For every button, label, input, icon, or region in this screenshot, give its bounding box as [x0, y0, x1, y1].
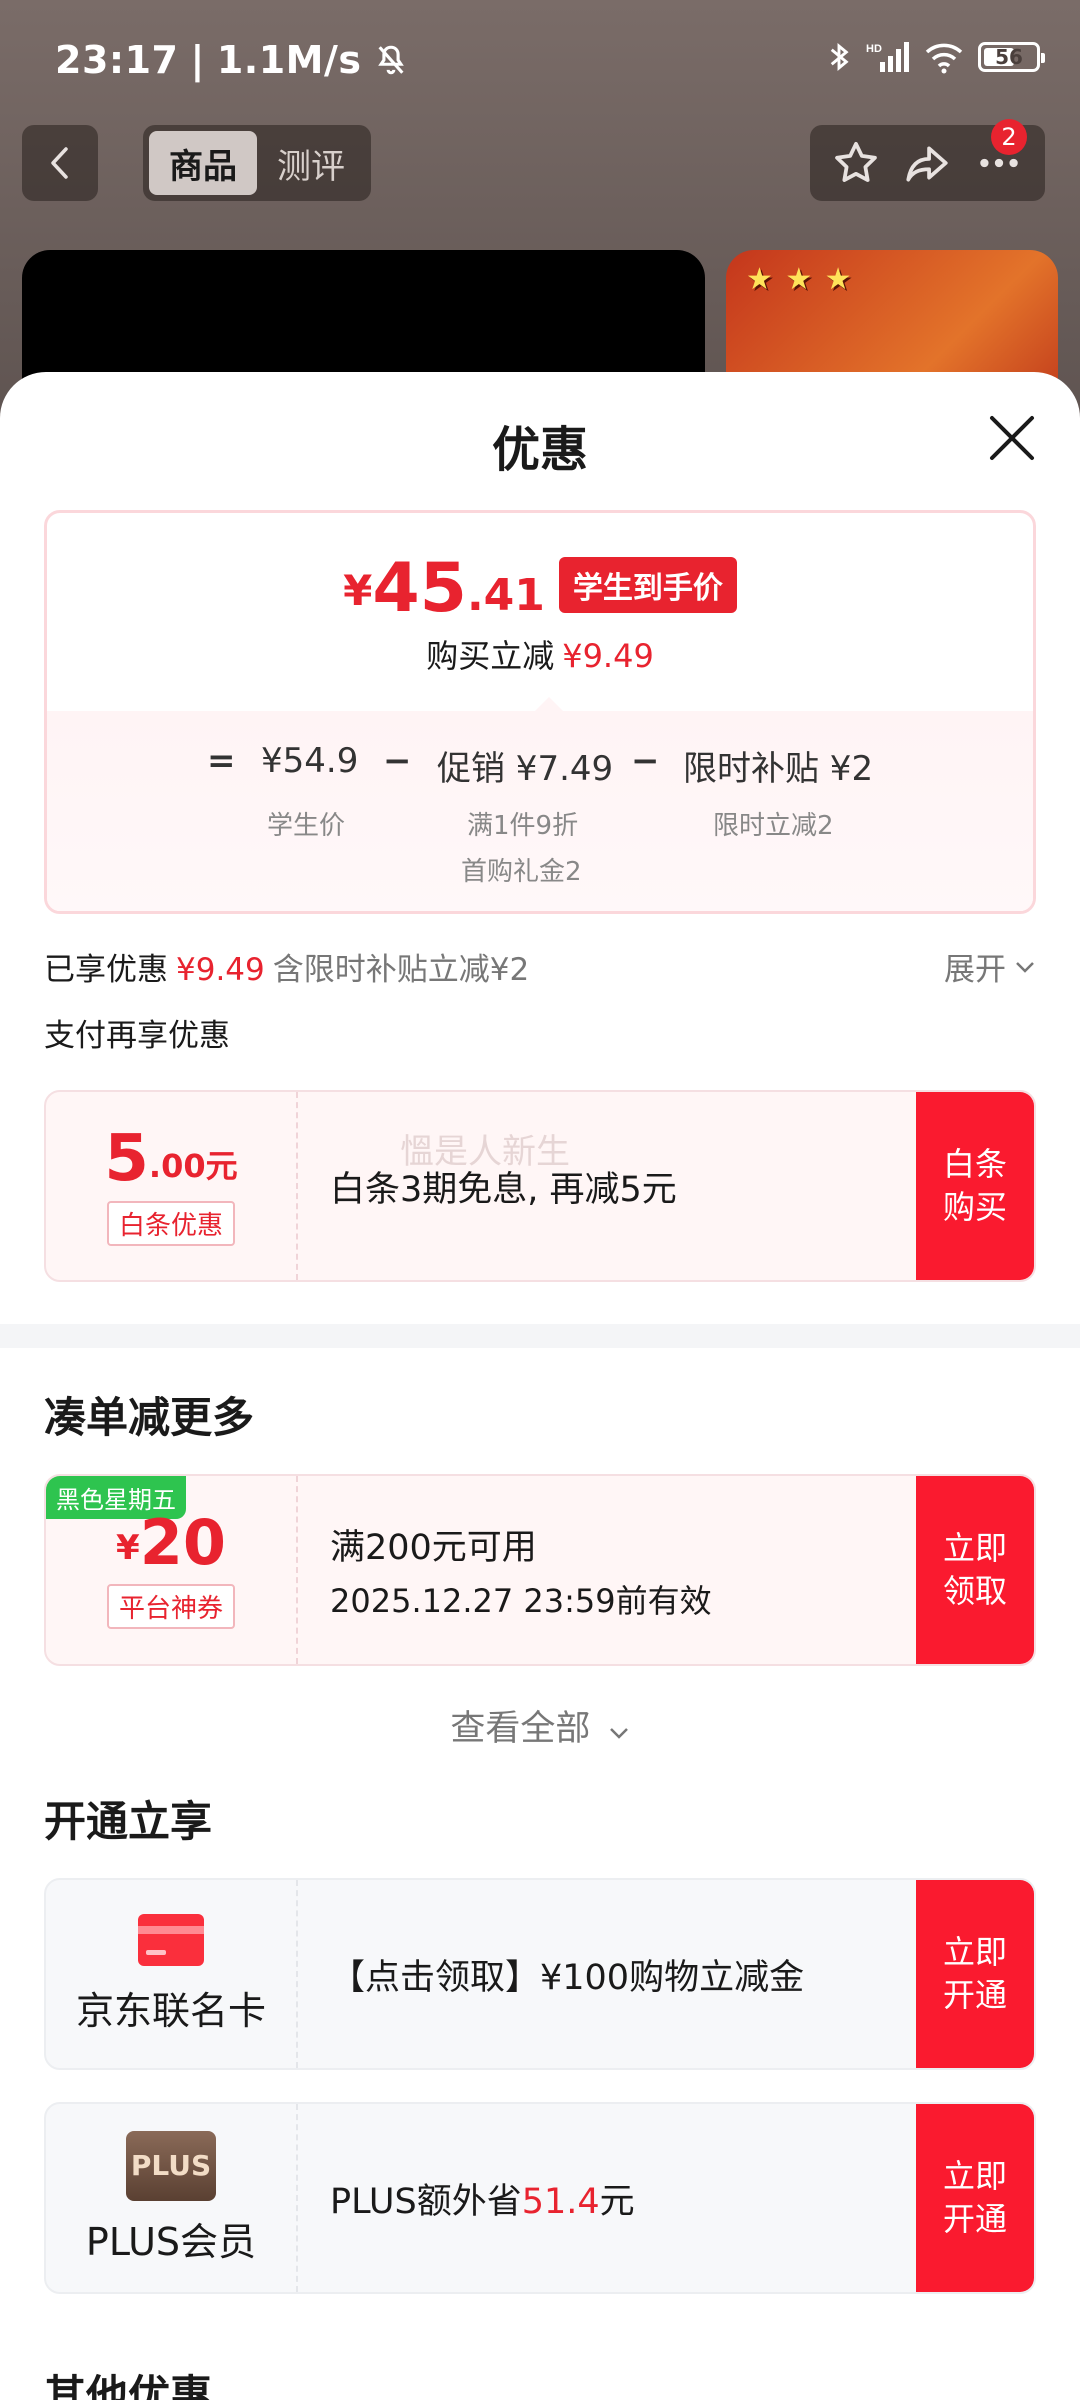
nav-actions: 2: [810, 119, 1045, 201]
plus-offer: PLUS PLUS会员 PLUS额外省51.4元 立即开通: [44, 2102, 1036, 2294]
baitiao-tag: 白条优惠: [106, 1200, 235, 1246]
section-divider: [0, 1324, 1080, 1348]
bell-off-icon: [377, 45, 404, 75]
final-price: ¥ 45 .41: [343, 555, 545, 623]
plus-open-button[interactable]: 立即开通: [916, 2104, 1034, 2292]
network-speed: 1.1M/s: [216, 38, 362, 82]
platform-coupon-info: 满200元可用 2025.12.27 23:59前有效: [330, 1476, 914, 1664]
product-tabs: 商品 测评: [143, 125, 371, 201]
jd-card-description: 【点击领取】¥100购物立减金: [330, 1880, 914, 2068]
platform-amount-currency: ¥: [116, 1527, 140, 1568]
buy-reduce-value: ¥9.49: [562, 637, 654, 675]
enjoyed-label: 已享优惠: [44, 952, 168, 988]
baitiao-amount-int: 5: [104, 1121, 149, 1196]
buy-reduce-label: 购买立减: [426, 637, 555, 675]
see-all-label: 查看全部: [450, 1709, 591, 1749]
formula-promo: 促销 ¥7.49: [437, 749, 614, 789]
svg-text:HD: HD: [866, 43, 882, 55]
pay-more-heading: 支付再享优惠: [44, 1018, 230, 1054]
status-left: 23:17 | 1.1M/s: [55, 38, 408, 82]
signal-icon: HD: [866, 42, 909, 72]
student-price-tag: 学生到手价: [558, 557, 737, 613]
formula-subsidy: 限时补贴 ¥2: [683, 749, 874, 789]
back-icon: [51, 147, 68, 179]
formula-minus-1: −: [383, 741, 412, 781]
price-breakdown-card: ¥ 45 .41 学生到手价 购买立减 ¥9.49 = ¥54.9 − 促销 ¥7…: [44, 510, 1036, 914]
see-all-button[interactable]: 查看全部: [0, 1700, 1080, 1751]
promo-sub-1: 满1件9折: [467, 811, 579, 841]
plus-logo: PLUS: [126, 2130, 216, 2201]
expand-label: 展开: [944, 952, 1006, 988]
price-currency: ¥: [343, 566, 373, 615]
platform-validity: 2025.12.27 23:59前有效: [330, 1581, 712, 1620]
tab-review[interactable]: 测评: [257, 131, 365, 195]
promo-sub-2: 首购礼金2: [461, 857, 582, 887]
back-button[interactable]: [22, 125, 98, 201]
battery-level: 56: [995, 45, 1023, 69]
jd-card-desc-text: 【点击领取】¥100购物立减金: [330, 1957, 805, 1998]
plus-name: PLUS会员: [85, 2219, 257, 2264]
platform-tag: 平台神券: [106, 1583, 235, 1629]
status-separator: |: [190, 38, 205, 82]
tab-product[interactable]: 商品: [149, 131, 257, 195]
notification-badge: 2: [991, 119, 1027, 155]
student-price-label: 学生价: [267, 811, 346, 841]
price-integer: 45: [372, 549, 467, 628]
subsidy-sub: 限时立减2: [713, 811, 834, 841]
platform-coupon-amount: ¥ 20 平台神券: [46, 1476, 298, 1664]
plus-description: PLUS额外省51.4元: [330, 2104, 914, 2292]
enjoyed-discount-row: 已享优惠 ¥9.49 含限时补贴立减¥2: [44, 944, 529, 989]
baitiao-amount-dec: .00元: [148, 1146, 238, 1185]
platform-coupon: 黑色星期五 ¥ 20 平台神券 满200元可用 2025.12.27 23:59…: [44, 1474, 1036, 1666]
status-bar: 23:17 | 1.1M/s HD 56: [0, 0, 1080, 120]
plus-desc-prefix: PLUS额外省: [330, 2181, 522, 2222]
plus-desc-suffix: 元: [599, 2181, 635, 2222]
top-navigation: 商品 测评 2: [0, 119, 1080, 205]
chevron-down-icon: [609, 1728, 628, 1739]
section-title-more: 凑单减更多: [44, 1393, 255, 1442]
enjoyed-value: ¥9.49: [176, 952, 265, 988]
baitiao-coupon: 5 .00元 白条优惠 白条3期免息, 再减5元 白条购买: [44, 1090, 1036, 1282]
platform-condition: 满200元可用: [330, 1527, 537, 1568]
plus-desc-value: 51.4: [521, 2181, 600, 2222]
formula-student-price: ¥54.9: [261, 741, 359, 781]
sheet-title: 优惠: [491, 422, 588, 478]
banner-artwork: ★ ★ ★: [746, 262, 853, 297]
share-icon[interactable]: [902, 138, 952, 188]
baitiao-description: 白条3期免息, 再减5元: [330, 1092, 914, 1280]
baitiao-buy-button[interactable]: 白条购买: [916, 1092, 1034, 1280]
expand-button[interactable]: 展开: [944, 944, 1036, 989]
plus-left: PLUS PLUS会员: [46, 2104, 298, 2292]
baitiao-coupon-amount: 5 .00元 白条优惠: [46, 1092, 298, 1280]
chevron-down-icon: [1016, 961, 1034, 973]
formula-minus-2: −: [631, 741, 660, 781]
baitiao-amount: 5 .00元: [104, 1127, 237, 1191]
enjoyed-note: 含限时补贴立减¥2: [272, 952, 530, 988]
jd-card-offer: 京东联名卡 【点击领取】¥100购物立减金 立即开通: [44, 1878, 1036, 2070]
card-icon: [138, 1913, 204, 1966]
jd-card-open-button[interactable]: 立即开通: [916, 1880, 1034, 2068]
discount-sheet: 优惠 ¥ 45 .41 学生到手价 购买立减 ¥9.49 = ¥54.9 − 促销…: [0, 372, 1080, 2400]
status-right: HD 56: [826, 40, 1045, 74]
wifi-icon: [925, 43, 963, 74]
watermark-text: 慍是人新生: [400, 1132, 570, 1172]
buy-reduce-row: 购买立减 ¥9.49: [47, 631, 1033, 677]
price-decimal: .41: [466, 570, 545, 621]
section-title-other: 其他优惠: [44, 2371, 213, 2400]
final-price-row: ¥ 45 .41 学生到手价: [47, 555, 1033, 623]
section-title-open: 开通立享: [44, 1797, 213, 1846]
battery-indicator: 56: [978, 42, 1045, 72]
formula-equals: =: [207, 741, 236, 781]
status-time: 23:17: [55, 38, 179, 82]
bluetooth-icon: [830, 42, 849, 72]
platform-amount: ¥ 20: [116, 1505, 226, 1579]
platform-amount-value: 20: [139, 1505, 226, 1579]
jd-card-left: 京东联名卡: [46, 1880, 298, 2068]
jd-card-name: 京东联名卡: [75, 1988, 266, 2033]
close-icon[interactable]: [986, 412, 1038, 464]
star-icon[interactable]: [831, 138, 881, 188]
claim-coupon-button[interactable]: 立即领取: [916, 1476, 1034, 1664]
